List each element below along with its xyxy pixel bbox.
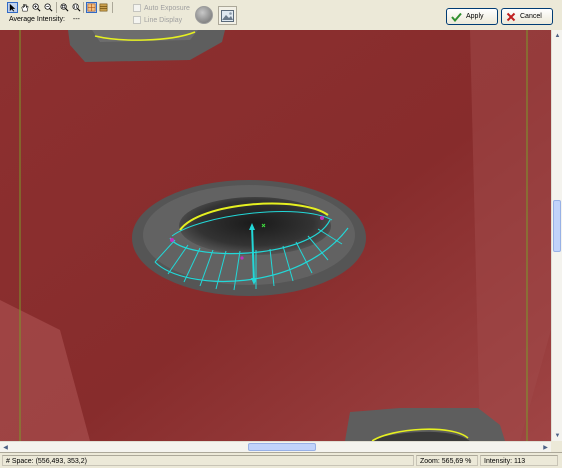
toolbar: Average Intensity: --- Auto Exposure Lin… xyxy=(0,0,562,31)
average-intensity: Average Intensity: --- xyxy=(9,16,80,23)
hole-feature xyxy=(179,197,331,255)
scroll-up-arrow[interactable]: ▲ xyxy=(552,30,562,41)
toolbar-separator xyxy=(56,2,57,13)
scrollbar-corner xyxy=(551,441,562,452)
zoom-actual-icon xyxy=(72,3,81,12)
grid-icon xyxy=(87,3,96,12)
overlay-icon xyxy=(99,3,108,12)
horizontal-scroll-thumb[interactable] xyxy=(248,443,316,451)
toolbar-separator xyxy=(83,2,84,13)
zoom-out-tool-button[interactable] xyxy=(43,2,54,13)
marker-point xyxy=(320,216,324,220)
zoom-in-icon xyxy=(32,3,41,12)
close-icon xyxy=(506,12,516,21)
zoom-level: Zoom: 565,69 % xyxy=(416,455,478,466)
checkbox-box xyxy=(133,16,141,24)
average-intensity-value: --- xyxy=(72,16,80,23)
capture-button[interactable] xyxy=(195,6,213,24)
marker-point xyxy=(170,238,174,242)
auto-exposure-label: Auto Exposure xyxy=(144,4,190,12)
image-viewport[interactable] xyxy=(0,30,551,441)
marker-point xyxy=(240,256,244,260)
checkbox-box xyxy=(133,4,141,12)
apply-button[interactable]: Apply xyxy=(446,8,498,25)
intensity-readout: Intensity: 113 xyxy=(480,455,558,466)
arrow-cursor-icon xyxy=(9,3,16,12)
apply-label: Apply xyxy=(466,13,484,20)
checkmark-icon xyxy=(451,12,462,22)
cancel-label: Cancel xyxy=(520,13,542,20)
segmentation-image xyxy=(0,30,551,441)
zoom-actual-tool-button[interactable] xyxy=(71,2,82,13)
cancel-button[interactable]: Cancel xyxy=(501,8,553,25)
pan-tool-button[interactable] xyxy=(19,2,30,13)
scroll-down-arrow[interactable]: ▼ xyxy=(552,430,562,441)
average-intensity-label: Average Intensity: xyxy=(9,16,65,23)
zoom-fit-tool-button[interactable] xyxy=(59,2,70,13)
zoom-in-tool-button[interactable] xyxy=(31,2,42,13)
line-display-checkbox[interactable]: Line Display xyxy=(133,16,182,24)
grid-tool-button[interactable] xyxy=(86,2,97,13)
vertical-scroll-thumb[interactable] xyxy=(553,200,561,252)
toolbar-separator xyxy=(112,2,113,13)
image-icon xyxy=(221,9,234,22)
auto-exposure-checkbox[interactable]: Auto Exposure xyxy=(133,4,190,12)
horizontal-scrollbar[interactable]: ◀ ▶ xyxy=(0,441,551,452)
pointer-tool-button[interactable] xyxy=(7,2,18,13)
vertical-scrollbar[interactable]: ▲ ▼ xyxy=(551,30,562,441)
overlay-tool-button[interactable] xyxy=(98,2,109,13)
zoom-fit-icon xyxy=(60,3,69,12)
status-bar: # Space: (556,493, 353,2) Zoom: 565,69 %… xyxy=(0,452,562,468)
image-button[interactable] xyxy=(218,6,237,25)
hand-icon xyxy=(21,4,29,12)
space-coordinates: # Space: (556,493, 353,2) xyxy=(2,455,414,466)
zoom-out-icon xyxy=(44,3,53,12)
line-display-label: Line Display xyxy=(144,16,183,24)
